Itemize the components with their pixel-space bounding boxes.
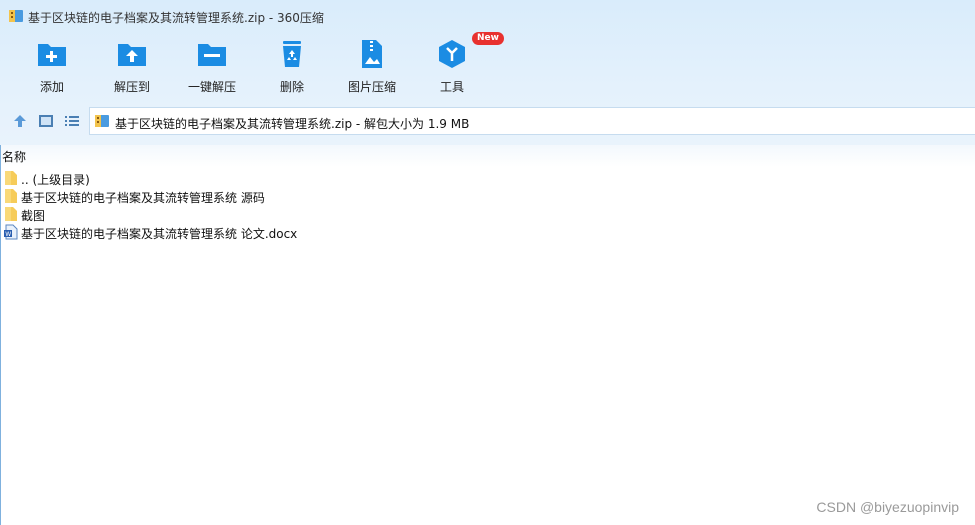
- folder-icon: [5, 189, 17, 203]
- file-name: 基于区块链的电子档案及其流转管理系统 源码: [21, 191, 265, 205]
- address-text: 基于区块链的电子档案及其流转管理系统.zip - 解包大小为 1.9 MB: [115, 117, 470, 131]
- up-arrow-icon[interactable]: [12, 114, 28, 128]
- one-click-extract-icon: [198, 44, 226, 66]
- one-click-extract-button[interactable]: 一键解压: [177, 38, 247, 98]
- title-bar: 基于区块链的电子档案及其流转管理系统.zip - 360压缩: [0, 0, 975, 32]
- file-name: 基于区块链的电子档案及其流转管理系统 论文.docx: [21, 227, 298, 241]
- zip-archive-icon: [9, 10, 23, 22]
- file-name: 截图: [21, 209, 46, 223]
- word-document-icon: W: [4, 224, 18, 240]
- add-button[interactable]: 添加: [17, 38, 87, 98]
- delete-label: 删除: [279, 80, 304, 94]
- pane-border: [0, 145, 1, 525]
- image-compress-icon: [362, 40, 382, 68]
- image-compress-button[interactable]: 图片压缩: [337, 38, 407, 98]
- window-title: 基于区块链的电子档案及其流转管理系统.zip - 360压缩: [28, 11, 324, 25]
- zip-archive-icon: [95, 115, 109, 127]
- address-bar[interactable]: 基于区块链的电子档案及其流转管理系统.zip - 解包大小为 1.9 MB: [89, 107, 975, 135]
- image-compress-label: 图片压缩: [347, 80, 396, 94]
- window-chrome: 基于区块链的电子档案及其流转管理系统.zip - 360压缩 添加 解压到 一键…: [0, 0, 975, 145]
- one-click-extract-label: 一键解压: [187, 80, 236, 94]
- add-folder-icon: [38, 44, 66, 66]
- column-header-bar: [0, 145, 975, 167]
- watermark: CSDN @biyezuopinvip: [816, 499, 959, 515]
- tools-button[interactable]: New 工具: [417, 32, 504, 98]
- folder-icon: [5, 207, 17, 221]
- tools-label: 工具: [439, 80, 464, 94]
- extract-to-label: 解压到: [113, 80, 150, 94]
- extract-to-button[interactable]: 解压到: [97, 38, 167, 98]
- file-name: .. (上级目录): [21, 173, 90, 187]
- column-header-name[interactable]: 名称: [2, 148, 26, 165]
- recycle-bin-icon: [283, 41, 301, 67]
- list-view-icon[interactable]: [64, 114, 80, 128]
- new-badge: New: [472, 32, 504, 45]
- add-label: 添加: [39, 80, 64, 94]
- tools-cube-icon: [439, 40, 465, 68]
- svg-text:W: W: [5, 231, 11, 238]
- thumbnail-view-icon[interactable]: [38, 114, 54, 128]
- extract-folder-icon: [118, 44, 146, 66]
- delete-button[interactable]: 删除: [257, 38, 327, 98]
- file-list: 名称 .. (上级目录) 基于区块链的电子档案及其流转管理系统 源码 截图 W …: [0, 145, 975, 525]
- folder-icon: [5, 171, 17, 185]
